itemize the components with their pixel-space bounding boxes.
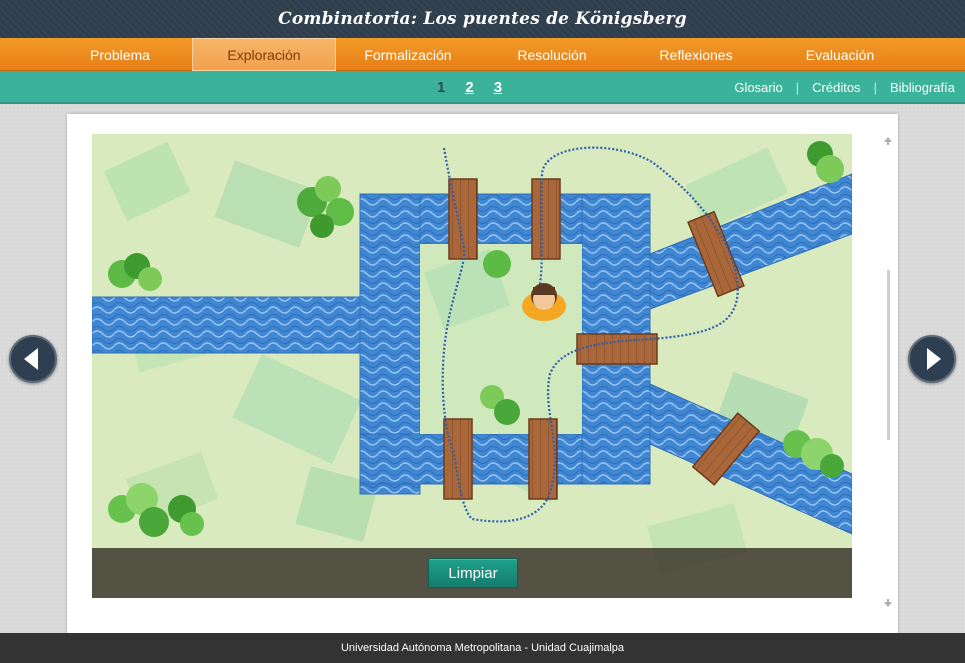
nav-item-reflexiones[interactable]: Reflexiones (624, 38, 768, 71)
prev-button[interactable] (9, 335, 57, 383)
reference-links: Glosario | Créditos | Bibliografía (734, 71, 955, 104)
nav-item-formalizacion[interactable]: Formalización (336, 38, 480, 71)
footer-text: Universidad Autónoma Metropolitana - Uni… (340, 642, 625, 654)
map-scene-icon (92, 134, 852, 598)
prev-arrow-icon (24, 348, 38, 370)
nav-item-problema[interactable]: Problema (48, 38, 192, 71)
scrollbar[interactable] (882, 136, 894, 610)
main-nav: Problema Exploración Formalización Resol… (0, 38, 965, 71)
bibliografia-link[interactable]: Bibliografía (890, 80, 955, 95)
link-divider: | (795, 80, 800, 95)
bridges-map[interactable] (92, 134, 852, 598)
glosario-link[interactable]: Glosario (734, 80, 782, 95)
next-button[interactable] (908, 335, 956, 383)
nav-item-evaluacion[interactable]: Evaluación (768, 38, 912, 71)
footer: Universidad Autónoma Metropolitana - Uni… (0, 633, 965, 663)
nav-item-resolucion[interactable]: Resolución (480, 38, 624, 71)
scroll-down-icon[interactable] (883, 598, 893, 608)
page-3[interactable]: 3 (494, 79, 502, 96)
link-divider: | (873, 80, 877, 95)
title-bar: Combinatoria: Los puentes de Königsberg (0, 0, 965, 38)
page-selector: 1 2 3 (437, 71, 502, 104)
next-arrow-icon (927, 348, 941, 370)
scroll-up-icon[interactable] (883, 136, 893, 146)
clear-button[interactable]: Limpiar (428, 558, 518, 588)
page-2[interactable]: 2 (465, 79, 473, 96)
page-1[interactable]: 1 (437, 79, 445, 96)
scroll-thumb[interactable] (887, 270, 890, 440)
sub-nav: 1 2 3 Glosario | Créditos | Bibliografía (0, 71, 965, 104)
creditos-link[interactable]: Créditos (812, 80, 860, 95)
nav-item-exploracion[interactable]: Exploración (192, 38, 336, 71)
app-title: Combinatoria: Los puentes de Königsberg (278, 9, 687, 29)
